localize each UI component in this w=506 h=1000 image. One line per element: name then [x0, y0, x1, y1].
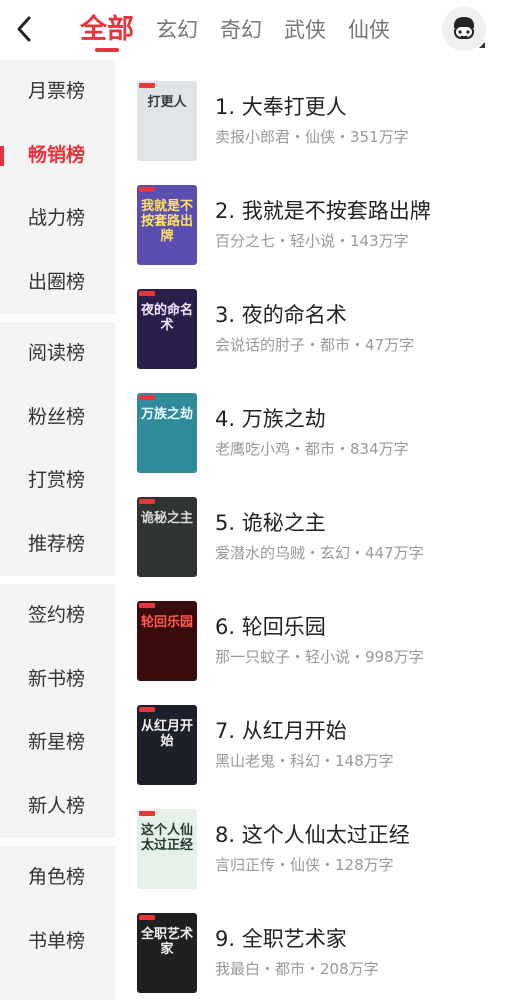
- book-title: 6. 轮回乐园: [215, 615, 326, 639]
- book-cover[interactable]: 万族之劫: [137, 393, 197, 473]
- publisher-badge: [139, 187, 155, 192]
- book-list-item[interactable]: 诡秘之主 5. 诡秘之主爱潜水的乌贼・玄幻・447万字: [115, 476, 506, 580]
- book-meta: 百分之七・轻小说・143万字: [215, 232, 409, 250]
- book-cover[interactable]: 全职艺术家: [137, 913, 197, 993]
- book-list-item[interactable]: 轮回乐园 6. 轮回乐园那一只蚊子・轻小说・998万字: [115, 580, 506, 684]
- book-title: 2. 我就是不按套路出牌: [215, 199, 431, 223]
- book-meta: 黑山老鬼・科幻・148万字: [215, 752, 394, 770]
- book-cover[interactable]: 从红月开始: [137, 705, 197, 785]
- publisher-badge: [139, 291, 155, 296]
- tab-0[interactable]: 全部: [80, 2, 134, 58]
- sidebar-item[interactable]: 战力榜: [0, 187, 115, 251]
- rank-sidebar: 月票榜 畅销榜 战力榜 出圈榜阅读榜 粉丝榜 打赏榜 推荐榜签约榜 新书榜 新星榜 新人榜角色榜书…: [0, 60, 115, 1000]
- sidebar-item[interactable]: 新书榜: [0, 648, 115, 712]
- book-title: 1. 大奉打更人: [215, 95, 347, 119]
- user-avatar-button[interactable]: [442, 7, 486, 51]
- back-button[interactable]: [10, 12, 38, 46]
- book-list-item[interactable]: 打更人 1. 大奉打更人卖报小郎君・仙侠・351万字: [115, 60, 506, 164]
- publisher-badge: [139, 395, 155, 400]
- book-meta: 卖报小郎君・仙侠・351万字: [215, 128, 409, 146]
- sidebar-item[interactable]: 推荐榜: [0, 513, 115, 577]
- cover-title: 全职艺术家: [141, 927, 194, 957]
- book-cover[interactable]: 诡秘之主: [137, 497, 197, 577]
- book-list: 打更人 1. 大奉打更人卖报小郎君・仙侠・351万字我就是不按套路出牌 2. 我就是…: [115, 60, 506, 1000]
- book-title: 4. 万族之劫: [215, 407, 326, 431]
- sidebar-item[interactable]: 打赏榜: [0, 449, 115, 513]
- book-list-item[interactable]: 夜的命名术 3. 夜的命名术会说话的肘子・都市・47万字: [115, 268, 506, 372]
- cover-title: 诡秘之主: [141, 511, 194, 526]
- publisher-badge: [139, 499, 155, 504]
- sidebar-item[interactable]: 出圈榜: [0, 251, 115, 315]
- book-title: 3. 夜的命名术: [215, 303, 347, 327]
- publisher-badge: [139, 83, 155, 88]
- book-meta: 老鹰吃小鸡・都市・834万字: [215, 440, 409, 458]
- book-meta: 我最白・都市・208万字: [215, 960, 379, 978]
- user-avatar-icon: [454, 17, 474, 39]
- book-list-item[interactable]: 我就是不按套路出牌 2. 我就是不按套路出牌百分之七・轻小说・143万字: [115, 164, 506, 268]
- tab-1[interactable]: 玄幻: [156, 2, 198, 58]
- publisher-badge: [139, 811, 155, 816]
- tab-4[interactable]: 仙侠: [348, 2, 390, 58]
- book-list-item[interactable]: 这个人仙太过正经 8. 这个人仙太过正经言归正传・仙侠・128万字: [115, 788, 506, 892]
- cover-title: 轮回乐园: [141, 615, 194, 630]
- book-cover[interactable]: 打更人: [137, 81, 197, 161]
- book-title: 9. 全职艺术家: [215, 927, 347, 951]
- sidebar-item[interactable]: 新星榜: [0, 711, 115, 775]
- cover-title: 打更人: [147, 95, 187, 110]
- book-list-item[interactable]: 全职艺术家 9. 全职艺术家我最白・都市・208万字: [115, 892, 506, 996]
- book-title: 5. 诡秘之主: [215, 511, 326, 535]
- category-tabs: 全部 玄幻 奇幻 武侠 仙侠: [80, 0, 412, 60]
- sidebar-divider: [0, 576, 115, 584]
- tab-3[interactable]: 武侠: [284, 2, 326, 58]
- sidebar-item[interactable]: 粉丝榜: [0, 386, 115, 450]
- sidebar-item[interactable]: 月票榜: [0, 60, 115, 124]
- publisher-badge: [139, 707, 155, 712]
- cover-title: 这个人仙太过正经: [141, 823, 194, 853]
- book-cover[interactable]: 夜的命名术: [137, 289, 197, 369]
- cover-title: 我就是不按套路出牌: [141, 199, 194, 244]
- chevron-left-icon: [17, 16, 31, 42]
- book-cover[interactable]: 轮回乐园: [137, 601, 197, 681]
- book-meta: 会说话的肘子・都市・47万字: [215, 336, 415, 354]
- book-cover[interactable]: 这个人仙太过正经: [137, 809, 197, 889]
- tab-2[interactable]: 奇幻: [220, 2, 262, 58]
- publisher-badge: [139, 915, 155, 920]
- cover-title: 夜的命名术: [141, 303, 194, 333]
- sidebar-item[interactable]: 新人榜: [0, 775, 115, 839]
- book-meta: 言归正传・仙侠・128万字: [215, 856, 394, 874]
- cover-title: 从红月开始: [141, 719, 194, 749]
- sidebar-divider: [0, 838, 115, 846]
- sidebar-item[interactable]: 角色榜: [0, 846, 115, 910]
- publisher-badge: [139, 603, 155, 608]
- sidebar-divider: [0, 314, 115, 322]
- book-title: 8. 这个人仙太过正经: [215, 823, 410, 847]
- sidebar-item[interactable]: 签约榜: [0, 584, 115, 648]
- sidebar-item[interactable]: 书单榜: [0, 910, 115, 974]
- book-title: 7. 从红月开始: [215, 719, 347, 743]
- book-cover[interactable]: 我就是不按套路出牌: [137, 185, 197, 265]
- cover-title: 万族之劫: [141, 407, 194, 422]
- sidebar-item[interactable]: 阅读榜: [0, 322, 115, 386]
- book-meta: 那一只蚊子・轻小说・998万字: [215, 648, 424, 666]
- sidebar-item[interactable]: 畅销榜: [0, 124, 115, 188]
- avatar-menu-indicator: [479, 42, 485, 48]
- book-meta: 爱潜水的乌贼・玄幻・447万字: [215, 544, 424, 562]
- book-list-item[interactable]: 从红月开始 7. 从红月开始黑山老鬼・科幻・148万字: [115, 684, 506, 788]
- top-bar: 全部 玄幻 奇幻 武侠 仙侠: [0, 0, 506, 60]
- book-list-item[interactable]: 万族之劫 4. 万族之劫老鹰吃小鸡・都市・834万字: [115, 372, 506, 476]
